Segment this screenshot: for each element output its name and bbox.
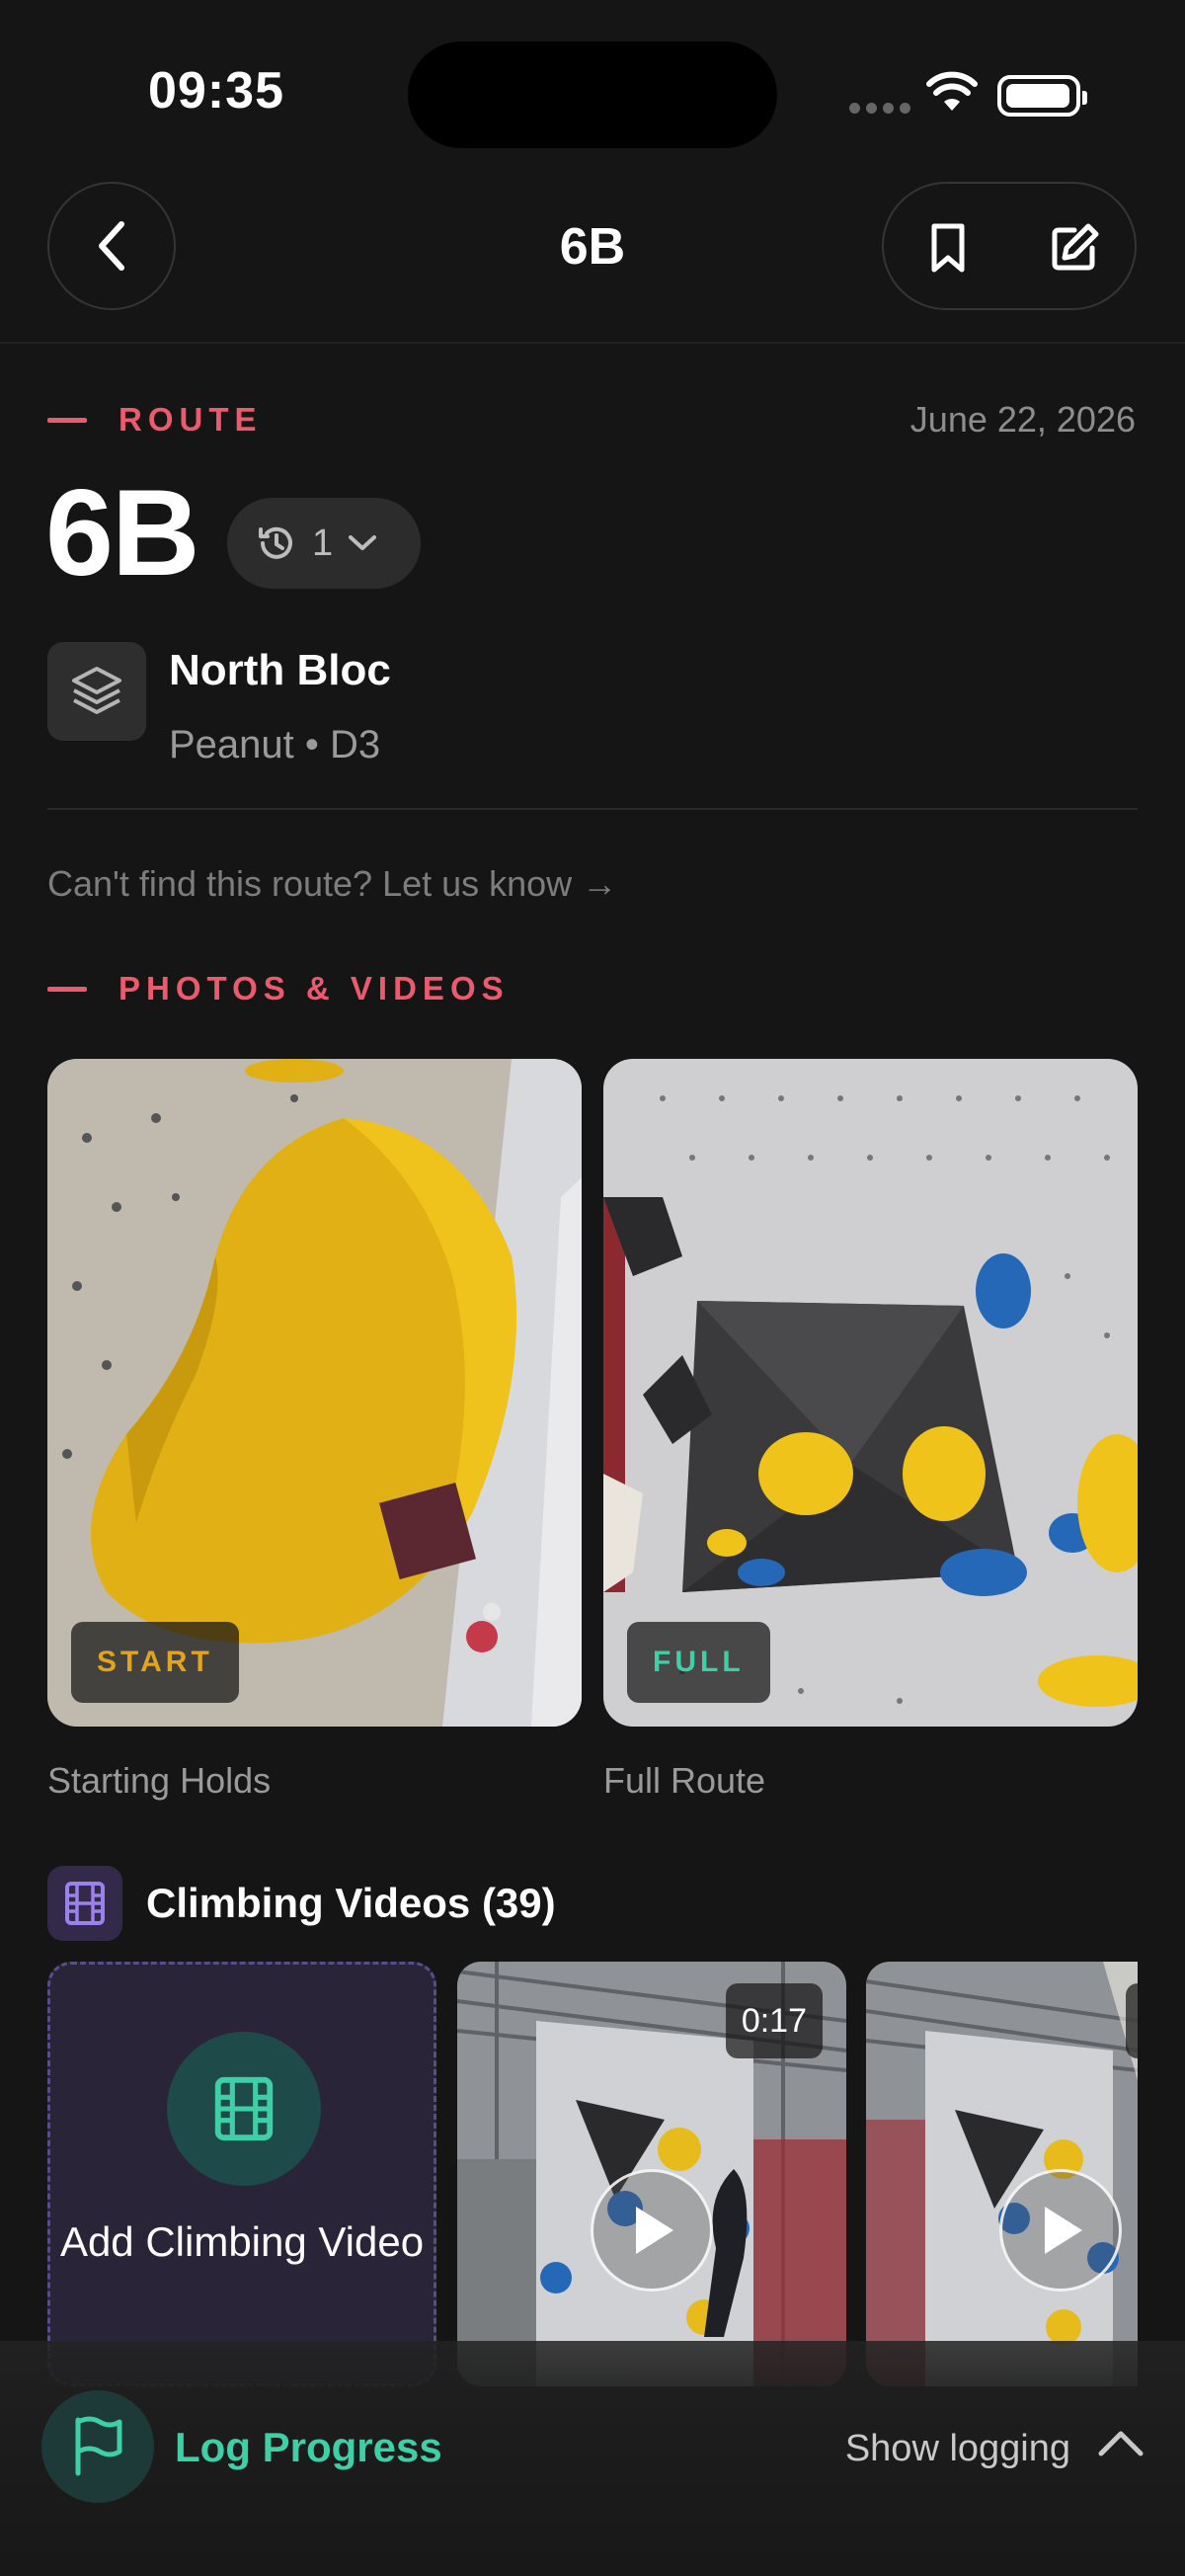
gym-location: Peanut • D3 — [169, 723, 381, 766]
section-dash — [47, 417, 87, 423]
photo-caption: Full Route — [603, 1760, 766, 1801]
video-thumbnail[interactable] — [866, 1962, 1138, 2386]
cellular-signal-icon — [849, 103, 910, 114]
log-progress-label[interactable]: Log Progress — [175, 2424, 442, 2471]
show-logging-toggle[interactable]: Show logging — [845, 2428, 1070, 2470]
layers-icon — [72, 667, 121, 714]
status-bar: 09:35 — [0, 0, 1185, 188]
chevron-up-icon[interactable] — [1096, 2426, 1146, 2459]
bookmark-icon — [931, 223, 965, 273]
full-badge: FULL — [627, 1622, 770, 1703]
wifi-icon — [926, 71, 978, 111]
report-route-link[interactable]: Can't find this route? Let us know → — [47, 863, 617, 905]
status-time: 09:35 — [148, 62, 284, 120]
chevron-down-icon — [349, 535, 377, 550]
play-icon — [636, 2207, 673, 2254]
section-dash — [47, 986, 87, 992]
battery-icon — [997, 75, 1087, 117]
history-icon — [259, 526, 292, 559]
history-count: 1 — [312, 522, 334, 564]
video-thumbnail-image — [866, 1962, 1138, 2386]
route-date: June 22, 2026 — [909, 399, 1136, 440]
nav-actions — [882, 182, 1137, 310]
edit-button[interactable] — [1045, 218, 1104, 278]
video-thumbnail[interactable]: 0:17 — [457, 1962, 846, 2386]
photo-full-route[interactable]: FULL — [603, 1059, 1138, 1727]
route-section-label: ROUTE — [47, 401, 263, 439]
play-icon — [1045, 2207, 1082, 2254]
log-progress-button[interactable] — [41, 2390, 154, 2503]
film-icon — [214, 2076, 274, 2141]
edit-icon — [1052, 223, 1099, 271]
photo-starting-holds[interactable]: START — [47, 1059, 582, 1727]
play-button[interactable] — [999, 2169, 1122, 2292]
bookmark-button[interactable] — [918, 218, 978, 278]
media-section-label: PHOTOS & VIDEOS — [47, 970, 510, 1007]
route-grade: 6B — [45, 465, 200, 602]
photo-caption: Starting Holds — [47, 1760, 272, 1801]
add-video-label: Add Climbing Video — [59, 2218, 425, 2265]
gym-icon-box — [47, 642, 146, 741]
flag-icon — [75, 2416, 122, 2476]
start-badge: START — [71, 1622, 239, 1703]
divider — [47, 808, 1138, 810]
history-dropdown[interactable]: 1 — [227, 498, 421, 589]
film-icon — [47, 1866, 122, 1941]
add-video-icon-circle — [167, 2032, 321, 2186]
videos-title: Climbing Videos (39) — [146, 1880, 556, 1926]
gym-name[interactable]: North Bloc — [169, 646, 391, 695]
add-climbing-video-button[interactable]: Add Climbing Video — [47, 1962, 436, 2386]
play-button[interactable] — [591, 2169, 713, 2292]
nav-bar: 6B — [0, 182, 1185, 344]
log-progress-bar[interactable]: Log Progress Show logging — [0, 2341, 1185, 2576]
climbing-videos-header: Climbing Videos (39) — [47, 1866, 556, 1941]
video-duration: 0:17 — [725, 1983, 823, 2058]
dynamic-island — [408, 41, 777, 148]
video-duration — [1126, 1983, 1138, 2058]
